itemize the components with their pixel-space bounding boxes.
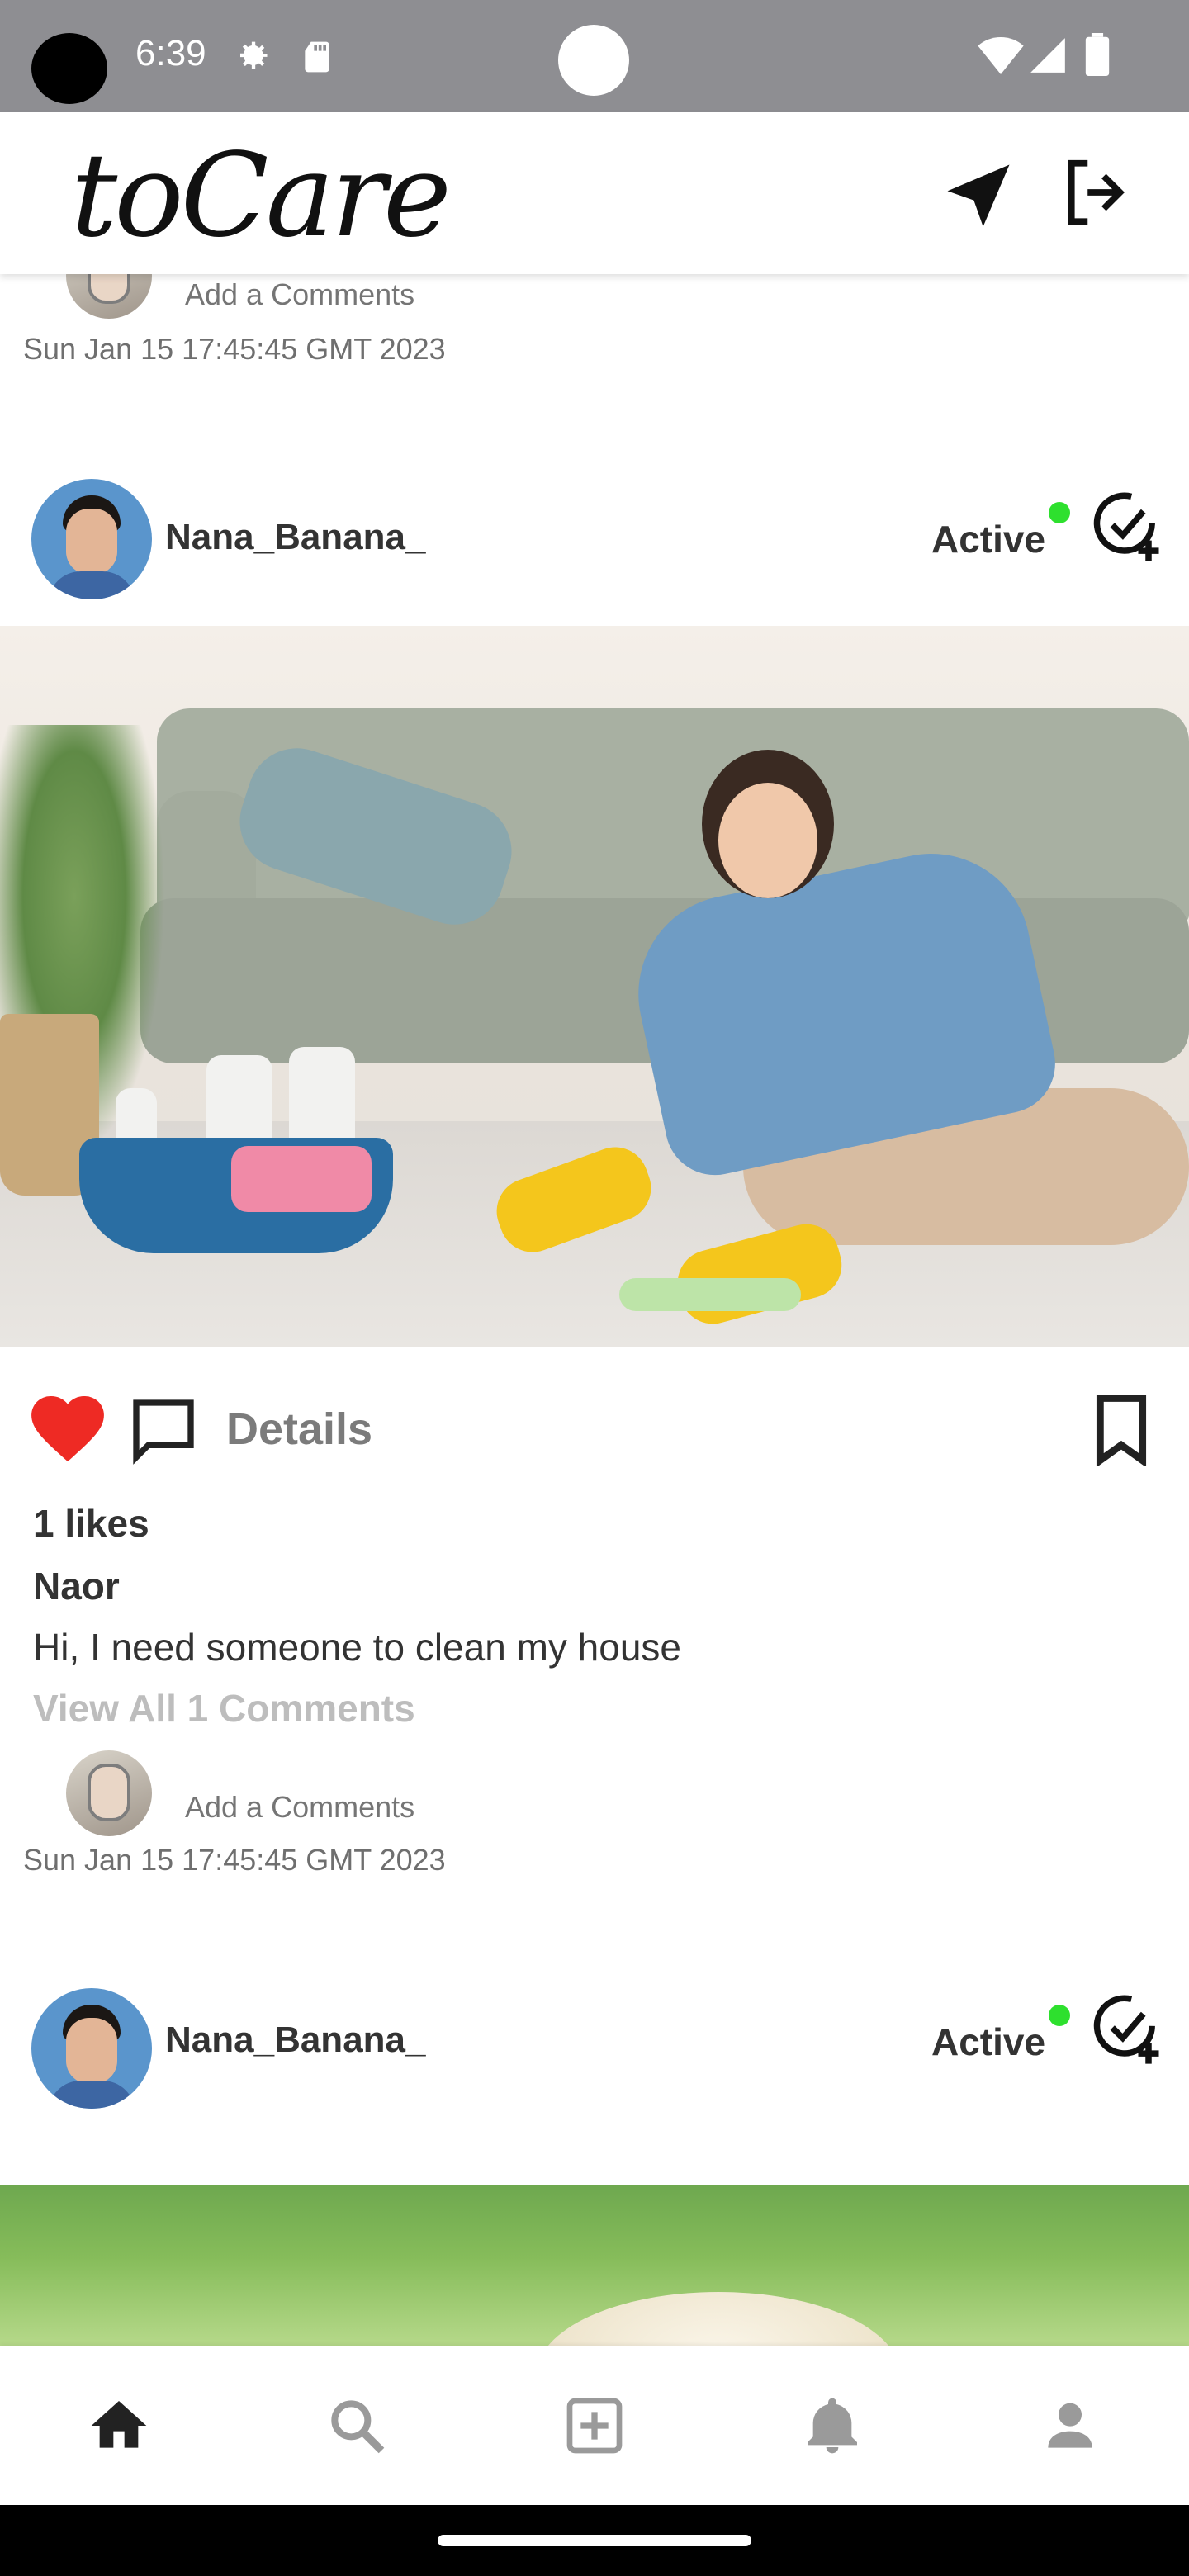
- app-header: toCare: [0, 112, 1189, 274]
- post-date: Sun Jan 15 17:45:45 GMT 2023: [23, 332, 446, 366]
- comment-icon[interactable]: [126, 1394, 201, 1466]
- sd-card-icon: [305, 41, 329, 73]
- signal-icon: [1030, 38, 1065, 73]
- likes-count: 1 likes: [33, 1502, 149, 1545]
- status-bar: 6:39: [0, 0, 1189, 112]
- post-username[interactable]: Nana_Banana_: [165, 517, 425, 558]
- post-image: [0, 2185, 1189, 2346]
- home-gesture-bar[interactable]: [438, 2535, 751, 2546]
- post-image: [0, 626, 1189, 1347]
- post-author[interactable]: Naor: [33, 1564, 120, 1608]
- app-logo: toCare: [71, 129, 452, 263]
- navigation-arrow-icon[interactable]: [941, 159, 1016, 233]
- status-label: Active: [931, 2020, 1046, 2063]
- status-time: 6:39: [135, 33, 206, 73]
- commenter-avatar: [66, 1750, 152, 1836]
- status-label: Active: [931, 518, 1046, 561]
- post-caption: Hi, I need someone to clean my house: [33, 1626, 682, 1669]
- search-icon[interactable]: [324, 2393, 390, 2459]
- accept-task-icon[interactable]: [1087, 485, 1169, 568]
- accept-task-icon[interactable]: [1087, 1988, 1169, 2071]
- battery-icon: [1085, 33, 1110, 76]
- post-date: Sun Jan 15 17:45:45 GMT 2023: [23, 1843, 446, 1877]
- profile-icon[interactable]: [1037, 2393, 1103, 2459]
- bottom-navigation: [0, 2346, 1189, 2505]
- system-navigation-bar: [0, 2505, 1189, 2576]
- online-indicator: [1049, 2005, 1070, 2026]
- heart-icon[interactable]: [30, 1394, 106, 1463]
- user-avatar[interactable]: [31, 479, 152, 599]
- post-username[interactable]: Nana_Banana_: [165, 2020, 425, 2061]
- camera-cutout: [31, 33, 107, 104]
- add-comment-link[interactable]: Add a Comments: [185, 277, 414, 312]
- notifications-icon[interactable]: [799, 2393, 865, 2459]
- wifi-icon: [978, 36, 1024, 74]
- details-button[interactable]: Details: [226, 1404, 372, 1455]
- front-camera: [558, 25, 629, 96]
- logout-icon[interactable]: [1059, 154, 1136, 231]
- bookmark-icon[interactable]: [1092, 1394, 1151, 1466]
- online-indicator: [1049, 502, 1070, 523]
- view-all-comments-link[interactable]: View All 1 Comments: [33, 1686, 415, 1731]
- user-avatar[interactable]: [31, 1988, 152, 2109]
- gear-icon: [240, 41, 268, 69]
- add-post-icon[interactable]: [561, 2393, 628, 2459]
- add-comment-link[interactable]: Add a Comments: [185, 1790, 414, 1825]
- home-icon[interactable]: [86, 2393, 152, 2459]
